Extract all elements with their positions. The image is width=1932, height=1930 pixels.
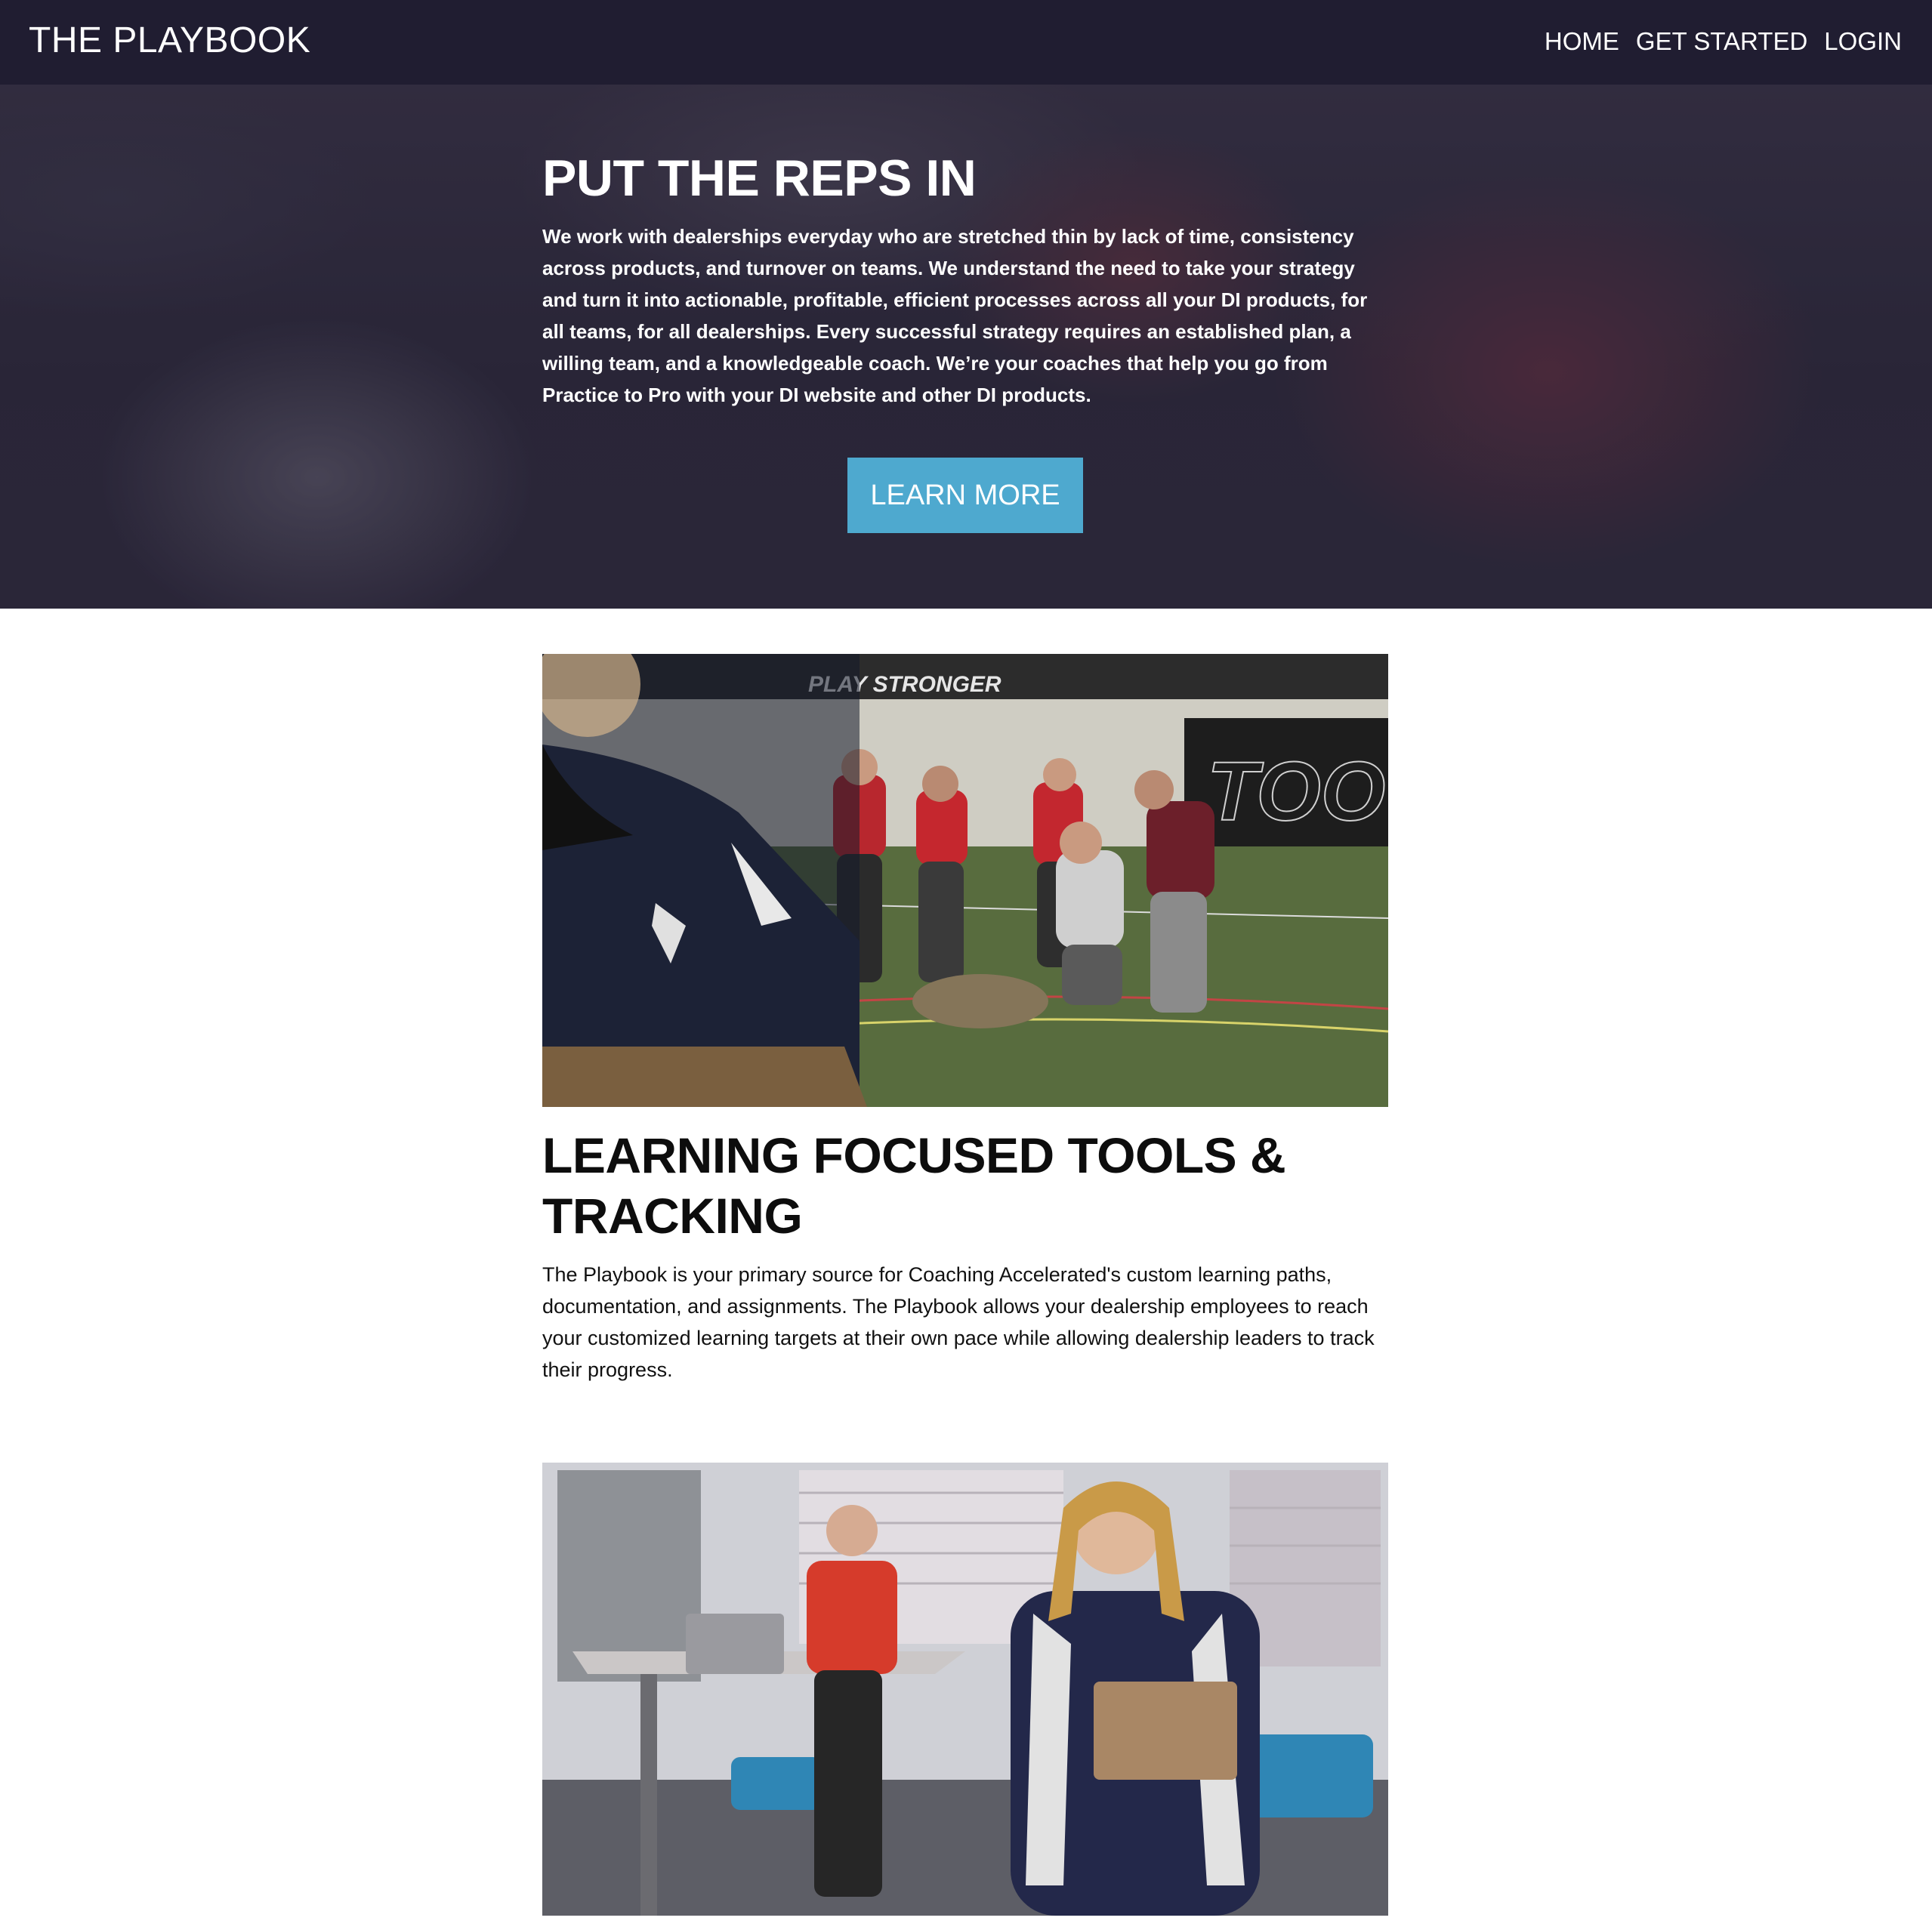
feature-description: The Playbook is your primary source for … [542, 1263, 1375, 1381]
nav-link-get-started[interactable]: GET STARTED [1636, 27, 1807, 56]
hero-title: PUT THE REPS IN [542, 150, 977, 207]
hero-section: PUT THE REPS IN We work with dealerships… [0, 85, 1932, 609]
nav-link-login[interactable]: LOGIN [1824, 27, 1902, 56]
training-field-photo: PLAY STRONGER TOO [542, 654, 1388, 1107]
feature-title: LEARNING FOCUSED TOOLS & TRACKING [542, 1127, 1286, 1244]
wall-sign-text: TOO [1207, 745, 1385, 838]
hero-description: We work with dealerships everyday who ar… [542, 225, 1368, 406]
site-logo-text[interactable]: THE PLAYBOOK [29, 20, 310, 61]
nav-link-home[interactable]: HOME [1545, 27, 1619, 56]
learn-more-button[interactable]: LEARN MORE [847, 458, 1083, 533]
office-coaching-photo [542, 1463, 1388, 1916]
navbar: THE PLAYBOOK HOME GET STARTED LOGIN [0, 0, 1932, 85]
main-nav: HOME GET STARTED LOGIN [1545, 27, 1902, 56]
